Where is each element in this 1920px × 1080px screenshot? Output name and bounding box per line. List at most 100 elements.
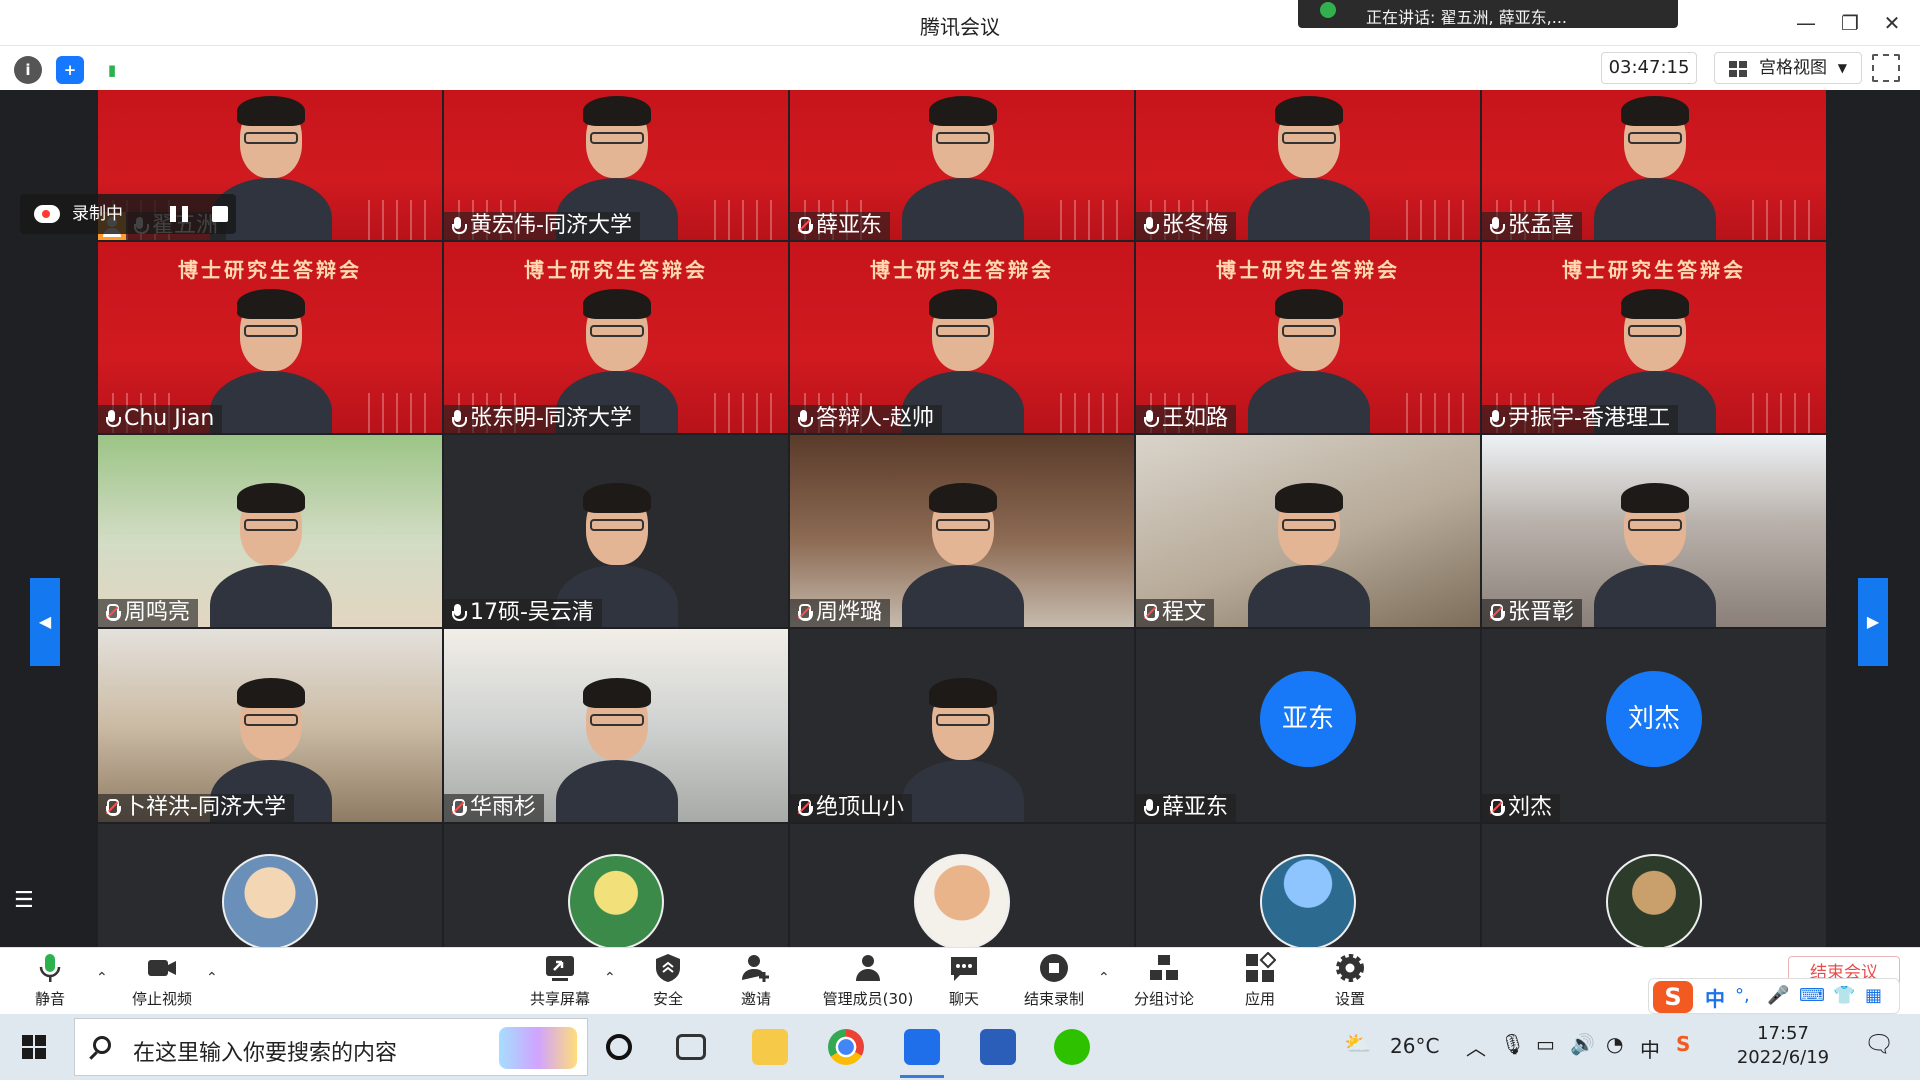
participant-tile[interactable]: 刘杰 刘杰 [1482, 629, 1826, 822]
participant-tile[interactable]: 周烨璐 [790, 435, 1134, 627]
participant-name: 张冬梅 [1162, 213, 1229, 238]
participant-name-tag: 17硕-吴云清 [444, 599, 602, 627]
participant-name-tag: 尹振宇-香港理工 [1482, 405, 1678, 433]
participant-tile[interactable]: 程文 [1136, 435, 1480, 627]
participant-name: 周烨璐 [816, 600, 883, 625]
breakout-button[interactable]: 分组讨论 [1116, 952, 1212, 1009]
search-highlight-icon [499, 1027, 577, 1069]
word-icon[interactable] [980, 1029, 1016, 1065]
next-page-button[interactable]: ▶ [1858, 578, 1888, 666]
ime-menu-icon[interactable]: ▦ [1865, 985, 1882, 1006]
mic-muted-icon [1143, 604, 1159, 622]
meeting-toolbar: 静音 ⌃ 停止视频 ⌃ 共享屏幕 ⌃ 安全 邀请 管理成员(30) 聊天 结束录… [0, 947, 1920, 1012]
weather-temp[interactable]: 26°C [1390, 1034, 1439, 1058]
participant-tile[interactable]: 华雨杉 [444, 629, 788, 822]
windows-start-icon[interactable] [22, 1035, 46, 1059]
network-icon[interactable]: ◔ [1606, 1032, 1623, 1056]
ime-toolbar[interactable]: S 中 °, 🎤 ⌨ 👕 ▦ [1648, 978, 1900, 1014]
participant-tile[interactable] [98, 824, 442, 955]
participant-tile[interactable]: 亚东 薛亚东 [1136, 629, 1480, 822]
weather-icon[interactable]: ⛅ [1344, 1032, 1371, 1057]
notification-icon[interactable]: 🗨 [1864, 1030, 1894, 1058]
participant-tile[interactable]: 17硕-吴云清 [444, 435, 788, 627]
participant-name-tag: 张冬梅 [1136, 212, 1237, 240]
pause-icon[interactable] [170, 206, 188, 222]
participant-tile[interactable]: 黄宏伟-同济大学 [444, 90, 788, 240]
tray-mic-icon[interactable]: 🎙 [1500, 1032, 1525, 1056]
tray-ime-label[interactable]: 中 [1640, 1034, 1660, 1063]
chrome-icon[interactable] [828, 1029, 864, 1065]
participant-tile[interactable]: 博士研究生答辩会 张东明-同济大学 [444, 242, 788, 433]
cortana-icon[interactable] [606, 1034, 632, 1060]
participant-tile[interactable] [1482, 824, 1826, 955]
participant-name-tag: 黄宏伟-同济大学 [444, 212, 640, 240]
participant-tile[interactable] [1136, 824, 1480, 955]
wechat-icon[interactable] [1054, 1029, 1090, 1065]
participant-tile[interactable]: 周鸣亮 [98, 435, 442, 627]
apps-button[interactable]: 应用 [1212, 951, 1308, 1009]
video-options-chevron-icon[interactable]: ⌃ [206, 970, 218, 986]
manage-members-button[interactable]: 管理成员(30) [810, 952, 926, 1009]
participant-tile[interactable] [790, 824, 1134, 955]
shield-icon[interactable]: + [56, 56, 84, 84]
info-icon[interactable]: i [14, 56, 42, 84]
participant-tile[interactable]: 卜祥洪-同济大学 [98, 629, 442, 822]
chat-label: 聊天 [948, 990, 979, 1008]
sogou-logo-icon[interactable]: S [1653, 981, 1693, 1013]
file-explorer-icon[interactable] [752, 1029, 788, 1065]
battery-icon[interactable]: ▭ [1536, 1032, 1555, 1056]
mic-icon [1143, 799, 1159, 817]
restore-icon[interactable]: ❐ [1834, 8, 1866, 38]
end-recording-button[interactable]: 结束录制 [1006, 952, 1102, 1009]
participant-tile[interactable]: 博士研究生答辩会 答辩人-赵帅 [790, 242, 1134, 433]
stop-icon[interactable] [212, 206, 228, 222]
tencent-meeting-icon[interactable] [900, 1029, 944, 1078]
prev-page-button[interactable]: ◀ [30, 578, 60, 666]
mic-muted-icon [451, 799, 467, 817]
tray-overflow-chevron-icon[interactable]: ︿ [1466, 1032, 1486, 1061]
security-button[interactable]: 安全 [620, 952, 716, 1009]
ime-language-label[interactable]: 中 [1705, 983, 1725, 1012]
ime-voice-icon[interactable]: 🎤 [1767, 985, 1789, 1006]
avatar [1260, 854, 1356, 950]
participant-name: Chu Jian [124, 406, 215, 431]
participant-tile[interactable]: 绝顶山小 [790, 629, 1134, 822]
list-icon[interactable]: ☰ [14, 890, 42, 912]
volume-icon[interactable]: 🔊 [1570, 1032, 1595, 1056]
recording-options-chevron-icon[interactable]: ⌃ [1098, 970, 1110, 986]
fullscreen-icon[interactable] [1872, 54, 1900, 82]
chat-button[interactable]: 聊天 [916, 952, 1012, 1009]
taskbar-clock[interactable]: 17:57 2022/6/19 [1716, 1022, 1850, 1070]
minimize-icon[interactable]: — [1790, 8, 1822, 38]
cloud-record-icon [34, 205, 60, 223]
participant-tile[interactable]: 博士研究生答辩会 Chu Jian [98, 242, 442, 433]
share-options-chevron-icon[interactable]: ⌃ [604, 970, 616, 986]
mic-muted-icon [797, 604, 813, 622]
participant-tile[interactable]: 薛亚东 [790, 90, 1134, 240]
tray-sogou-icon[interactable]: S [1676, 1032, 1690, 1056]
close-icon[interactable]: ✕ [1876, 8, 1908, 38]
taskbar-search-input[interactable]: 在这里输入你要搜索的内容 [74, 1018, 588, 1076]
share-screen-button[interactable]: 共享屏幕 [512, 952, 608, 1009]
participant-tile[interactable] [444, 824, 788, 955]
ime-skin-icon[interactable]: 👕 [1833, 985, 1855, 1006]
signal-icon[interactable]: ▮ [98, 56, 126, 84]
stop-video-button[interactable]: 停止视频 [114, 952, 210, 1009]
participant-name-tag: 华雨杉 [444, 794, 545, 822]
mute-options-chevron-icon[interactable]: ⌃ [96, 970, 108, 986]
view-mode-dropdown[interactable]: 宫格视图 ▼ [1714, 52, 1862, 84]
participant-tile[interactable]: 张冬梅 [1136, 90, 1480, 240]
participant-tile[interactable]: 张孟喜 [1482, 90, 1826, 240]
participant-tile[interactable]: 博士研究生答辩会 尹振宇-香港理工 [1482, 242, 1826, 433]
settings-button[interactable]: 设置 [1302, 952, 1398, 1009]
ime-keyboard-icon[interactable]: ⌨ [1799, 985, 1825, 1006]
mute-button[interactable]: 静音 [2, 952, 98, 1009]
participant-name-tag: 周烨璐 [790, 599, 891, 627]
ime-punct-icon[interactable]: °, [1735, 985, 1750, 1006]
search-placeholder: 在这里输入你要搜索的内容 [133, 1041, 398, 1066]
participant-tile[interactable]: 张晋彰 [1482, 435, 1826, 627]
participant-tile[interactable]: 博士研究生答辩会 王如路 [1136, 242, 1480, 433]
mic-icon [1143, 410, 1159, 428]
task-view-icon[interactable] [676, 1034, 706, 1060]
invite-button[interactable]: 邀请 [708, 952, 804, 1009]
